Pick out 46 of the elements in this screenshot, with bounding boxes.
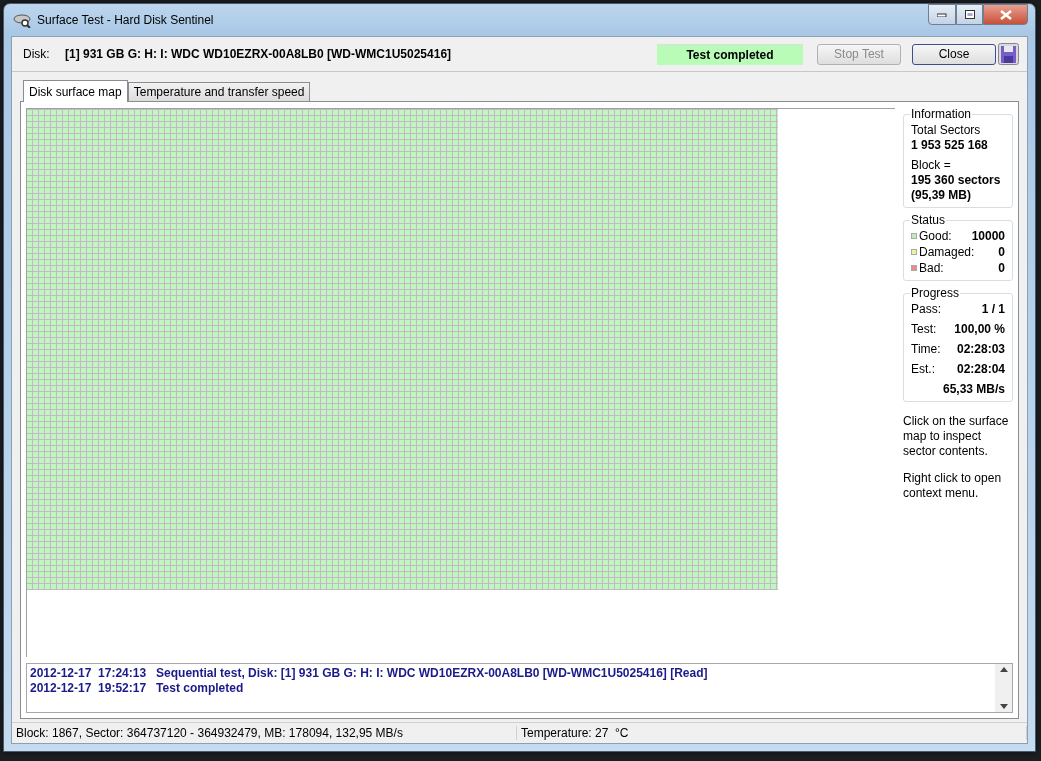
- scroll-down-icon[interactable]: [999, 704, 1008, 709]
- status-count: 0: [998, 245, 1005, 259]
- block-sectors-value: 195 360 sectors: [911, 173, 1002, 187]
- total-sectors-value: 1 953 525 168: [911, 138, 989, 152]
- status-bar-text: Block: 1867, Sector: 364737120 - 364932479, MB: 178094, 132,95 MB/s: [12, 726, 517, 740]
- maximize-icon: [964, 10, 975, 19]
- disk-label: Disk:: [23, 47, 51, 61]
- disk-icon: [13, 12, 31, 28]
- hint-text: Right click to open context menu.: [903, 471, 1003, 501]
- maximize-button[interactable]: [956, 4, 983, 25]
- close-icon: [999, 9, 1012, 20]
- tab[interactable]: Temperature and transfer speed: [127, 82, 311, 101]
- progress-value: 02:28:04: [956, 362, 1005, 376]
- window-title: Surface Test - Hard Disk Sentinel: [37, 13, 215, 27]
- group-title: Progress: [910, 286, 961, 300]
- tab[interactable]: Disk surface map: [23, 80, 128, 102]
- disk-name: [1] 931 GB G: H: I: WDC WD10EZRX-00A8LB0 [WD-WMC1U5025416]: [65, 47, 453, 61]
- block-label: Block =: [911, 158, 952, 172]
- status-count: 10000: [971, 229, 1005, 243]
- close-window-button[interactable]: [983, 4, 1028, 25]
- group-title: Information: [910, 107, 973, 121]
- progress-label: Test:: [911, 322, 937, 336]
- progress-label: Time:: [911, 342, 941, 356]
- hint-text: Click on the surface map to inspect sector contents.: [903, 414, 1010, 459]
- save-icon[interactable]: [998, 43, 1019, 65]
- status-label: Damaged:: [919, 245, 975, 259]
- transfer-speed: 65,33 MB/s: [942, 382, 1005, 396]
- log-entry: 2012-12-17 17:24:13 Sequential test, Disk: [1] 931 GB G: H: I: WDC WD10EZRX-00A8LB0 [WD-WMC1U5025416] [Read]: [30, 666, 709, 681]
- total-sectors-label: Total Sectors: [911, 123, 982, 137]
- progress-label: Est.:: [911, 362, 935, 376]
- status-count: 0: [998, 261, 1005, 275]
- block-size-value: (95,39 MB): [911, 188, 973, 202]
- progress-value: 02:28:03: [956, 342, 1005, 356]
- scroll-up-icon[interactable]: [999, 667, 1008, 672]
- minimize-icon: [937, 12, 947, 17]
- test-status: Test completed: [657, 43, 803, 65]
- status-bar-text: Temperature: 27 °C: [517, 726, 1027, 740]
- status-label: Good:: [919, 229, 952, 243]
- scrollbar[interactable]: [995, 664, 1012, 712]
- progress-value: 100,00 %: [954, 322, 1005, 336]
- group-title: Status: [910, 213, 947, 227]
- progress-value: 1 / 1: [981, 302, 1005, 316]
- log-entry: 2012-12-17 19:52:17 Test completed: [30, 681, 245, 696]
- close-button[interactable]: Close: [912, 43, 996, 65]
- progress-label: Pass:: [911, 302, 941, 316]
- status-label: Bad:: [919, 261, 944, 275]
